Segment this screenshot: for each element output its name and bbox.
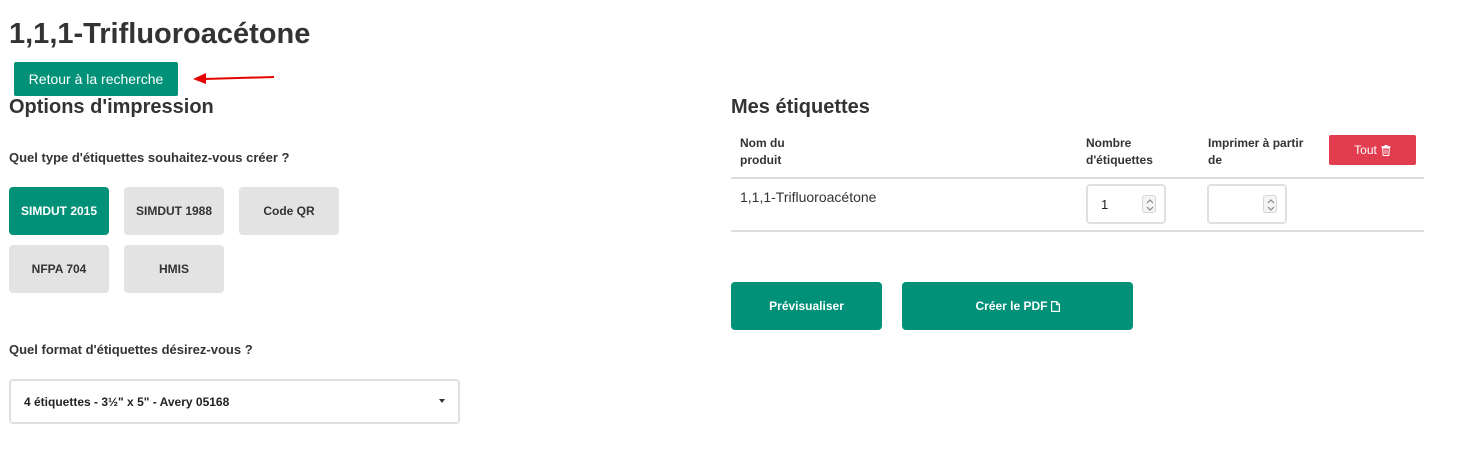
type-hmis-button[interactable]: HMIS — [124, 245, 224, 293]
column-header-label-count-line2: d'étiquettes — [1086, 153, 1153, 167]
trash-icon — [1381, 144, 1391, 156]
caret-down-icon — [439, 399, 445, 403]
table-header-divider — [731, 177, 1424, 179]
delete-all-button[interactable]: Tout — [1329, 135, 1416, 165]
page-title: 1,1,1-Trifluoroacétone — [9, 18, 311, 50]
label-count-value: 1 — [1101, 196, 1109, 212]
delete-all-label: Tout — [1354, 143, 1377, 157]
create-pdf-button[interactable]: Créer le PDF — [902, 282, 1133, 330]
spinner-arrows-icon — [1267, 199, 1275, 211]
label-format-selected-value: 4 étiquettes - 3½" x 5" - Avery 05168 — [24, 394, 230, 409]
label-type-question: Quel type d'étiquettes souhaitez-vous cr… — [9, 150, 290, 165]
red-arrow-annotation — [193, 73, 275, 84]
spinner-arrows-icon — [1146, 199, 1154, 211]
column-header-label-count: Nombre d'étiquettes — [1086, 135, 1153, 169]
type-nfpa-704-button[interactable]: NFPA 704 — [9, 245, 109, 293]
table-row-divider — [731, 230, 1424, 232]
column-header-product-name-line1: Nom du — [740, 136, 785, 150]
print-start-input[interactable] — [1207, 184, 1287, 224]
label-format-select[interactable]: 4 étiquettes - 3½" x 5" - Avery 05168 — [9, 379, 460, 424]
label-count-input[interactable]: 1 — [1086, 184, 1166, 224]
type-simdut-2015-button[interactable]: SIMDUT 2015 — [9, 187, 109, 235]
column-header-label-count-line1: Nombre — [1086, 136, 1132, 150]
column-header-product-name: Nom du produit — [740, 135, 785, 169]
label-format-question: Quel format d'étiquettes désirez-vous ? — [9, 342, 253, 357]
column-header-print-start: Imprimer à partir de — [1208, 135, 1303, 169]
table-row-product-name: 1,1,1-Trifluoroacétone — [740, 189, 877, 205]
column-header-print-start-line1: Imprimer à partir — [1208, 136, 1304, 150]
column-header-print-start-line2: de — [1208, 153, 1223, 167]
my-labels-title: Mes étiquettes — [731, 96, 870, 118]
print-options-title: Options d'impression — [9, 96, 214, 118]
print-start-spinner[interactable] — [1263, 195, 1277, 213]
back-to-search-button[interactable]: Retour à la recherche — [14, 62, 178, 96]
type-simdut-1988-button[interactable]: SIMDUT 1988 — [124, 187, 224, 235]
label-count-spinner[interactable] — [1142, 195, 1156, 213]
file-icon — [1050, 300, 1060, 312]
preview-button[interactable]: Prévisualiser — [731, 282, 882, 330]
create-pdf-label: Créer le PDF — [975, 299, 1048, 313]
column-header-product-name-line2: produit — [740, 153, 782, 167]
type-qr-code-button[interactable]: Code QR — [239, 187, 339, 235]
